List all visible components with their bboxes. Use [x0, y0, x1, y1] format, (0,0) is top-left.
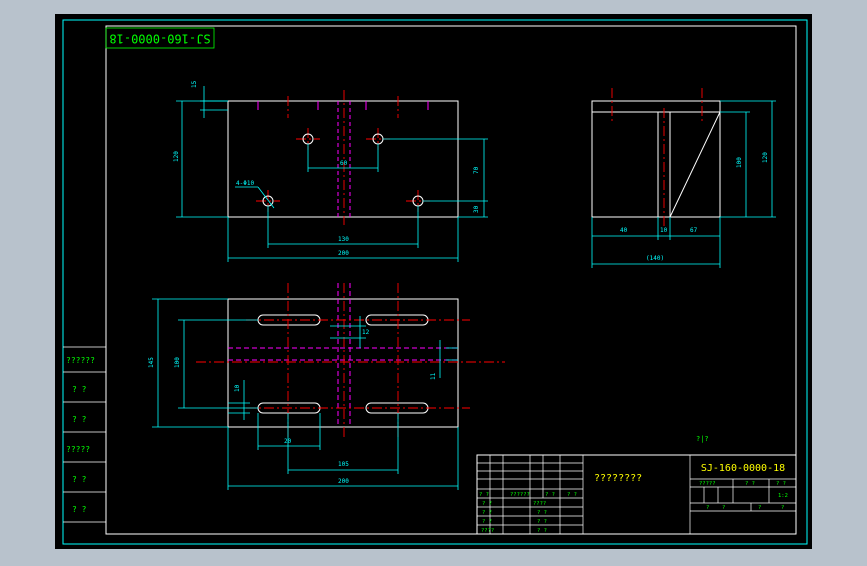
dim-text: 15: [191, 80, 198, 88]
dim-text: 20: [284, 438, 292, 445]
cad-viewport: ?????? ? ? ? ? ????? ? ? ? ? SJ-160-0000…: [0, 0, 867, 562]
info-cell: ?: [706, 505, 709, 511]
binding-label: ? ?: [72, 385, 87, 394]
binding-label: ??????: [66, 356, 95, 365]
grid-cell: ? ?: [537, 519, 547, 525]
dim-text: 70: [473, 166, 480, 174]
note-above-title: ?|?: [696, 435, 709, 443]
grid-header: ??????: [510, 492, 530, 498]
dim-text: 10: [660, 227, 668, 234]
dim-text: 120: [762, 152, 769, 163]
cad-drawing: ?????? ? ? ? ? ????? ? ? ? ? SJ-160-0000…: [0, 0, 867, 562]
stamp-text: SJ-160-0000-18: [109, 32, 210, 46]
info-cell: ? ?: [745, 481, 755, 487]
scale-value: 1:2: [778, 493, 788, 499]
dim-text: 11: [430, 372, 437, 380]
info-cell: ?: [781, 505, 784, 511]
dim-text: 200: [338, 478, 349, 485]
grid-row-label: ? ?: [482, 510, 492, 516]
binding-label: ?????: [66, 445, 90, 454]
info-cell: ?????: [699, 481, 716, 487]
grid-row-label: ? ?: [482, 501, 492, 507]
dim-text: 10: [234, 384, 241, 392]
dim-text: 145: [148, 357, 155, 368]
grid-header: ? ?: [545, 492, 555, 498]
dim-text: 67: [690, 227, 698, 234]
dim-text: 105: [338, 461, 349, 468]
grid-cell: ? ?: [537, 528, 547, 534]
info-cell: ?: [758, 505, 761, 511]
dim-text: 100: [174, 357, 181, 368]
grid-header: ? ?: [479, 492, 489, 498]
dim-text: 30: [473, 205, 480, 213]
binding-label: ? ?: [72, 505, 87, 514]
dim-text: 120: [173, 151, 180, 162]
grid-header: ? ?: [567, 492, 577, 498]
grid-cell: ? ?: [537, 510, 547, 516]
dim-text: 4-Φ10: [236, 180, 254, 187]
binding-label: ? ?: [72, 415, 87, 424]
dim-text: (140): [646, 255, 664, 262]
dim-text: 200: [338, 250, 349, 257]
dim-text: 130: [338, 236, 349, 243]
dim-text: 12: [362, 329, 370, 336]
dim-text: 40: [620, 227, 628, 234]
grid-row-label: ????: [481, 528, 494, 534]
part-name: ????????: [594, 473, 642, 484]
drawing-number: SJ-160-0000-18: [701, 463, 785, 474]
grid-row-label: ? ?: [482, 519, 492, 525]
binding-label: ? ?: [72, 475, 87, 484]
sheet-background: [55, 14, 812, 549]
info-cell: ? ?: [776, 481, 786, 487]
info-cell: ?: [722, 505, 725, 511]
dim-text: 60: [340, 160, 348, 167]
dim-text: 100: [736, 157, 743, 168]
grid-cell: ????: [533, 501, 546, 507]
